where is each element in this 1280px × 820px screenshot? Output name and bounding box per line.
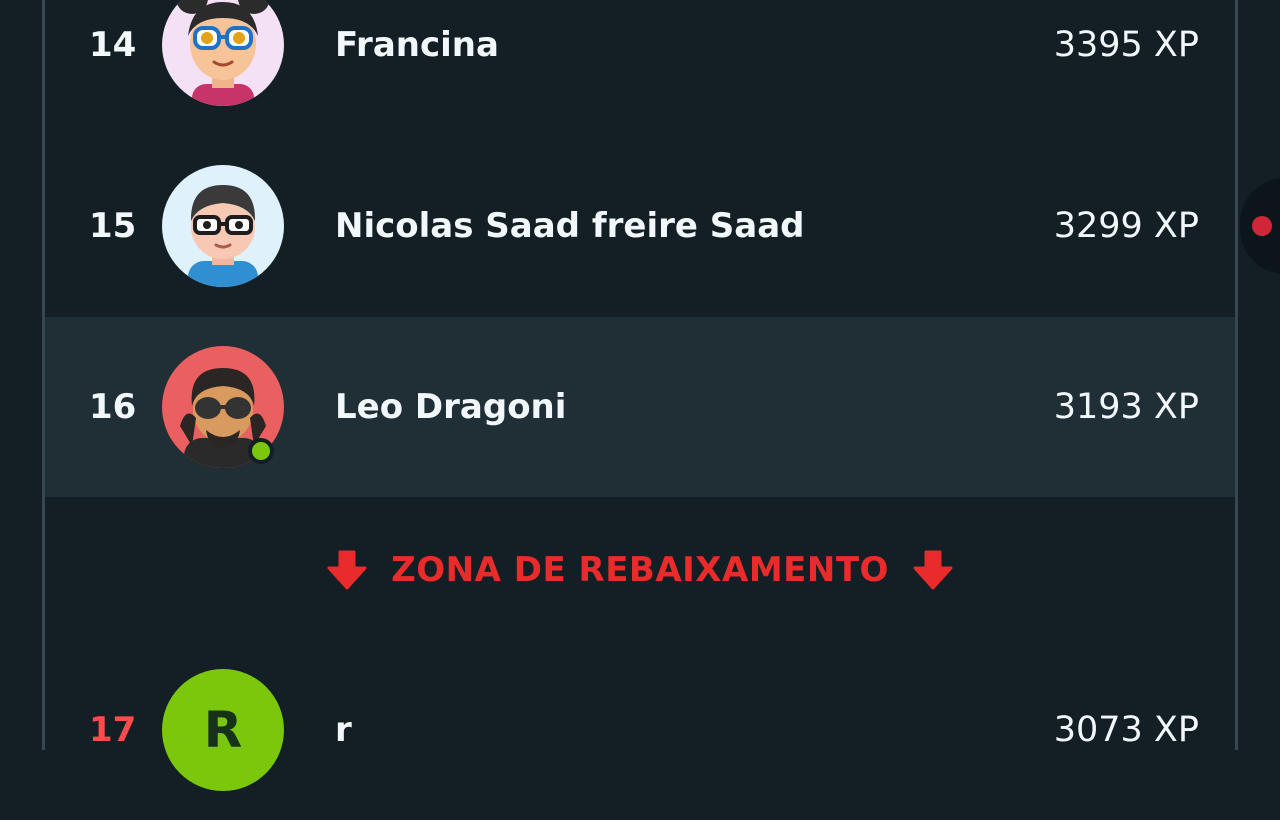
player-xp: 3073 XP [1053, 710, 1199, 750]
rank-number: 17 [89, 710, 137, 750]
player-name: Leo Dragoni [335, 387, 567, 427]
player-name: r [335, 710, 352, 750]
player-name: Francina [335, 25, 499, 65]
side-floating-button[interactable] [1240, 178, 1280, 274]
leaderboard-row[interactable]: 14 Francina 3395 XP [45, 0, 1235, 135]
leaderboard-row[interactable]: 17 R r 3073 XP [45, 640, 1235, 820]
notification-dot-icon [1252, 216, 1272, 236]
leaderboard-row[interactable]: 15 Nicolas Saad freire Saad 3299 XP [45, 136, 1235, 316]
player-name: Nicolas Saad freire Saad [335, 206, 805, 246]
player-xp: 3299 XP [1053, 206, 1199, 246]
rank-number: 15 [89, 206, 137, 246]
leaderboard-row-current-user[interactable]: 16 Leo Dragoni 3193 XP [45, 317, 1235, 497]
letter-avatar[interactable]: R [162, 669, 284, 791]
demotion-zone-divider: ZONA DE REBAIXAMENTO [45, 540, 1235, 600]
boy-with-glasses-avatar[interactable] [162, 165, 284, 287]
player-xp: 3193 XP [1053, 387, 1199, 427]
online-status-indicator [248, 438, 274, 464]
man-with-sunglasses-avatar[interactable] [162, 346, 284, 468]
rank-number: 14 [89, 25, 137, 65]
down-arrow-icon [325, 548, 369, 592]
player-xp: 3395 XP [1053, 25, 1199, 65]
rank-number: 16 [89, 387, 137, 427]
girl-with-glasses-avatar[interactable] [162, 0, 284, 106]
down-arrow-icon [911, 548, 955, 592]
demotion-zone-label: ZONA DE REBAIXAMENTO [391, 550, 889, 590]
